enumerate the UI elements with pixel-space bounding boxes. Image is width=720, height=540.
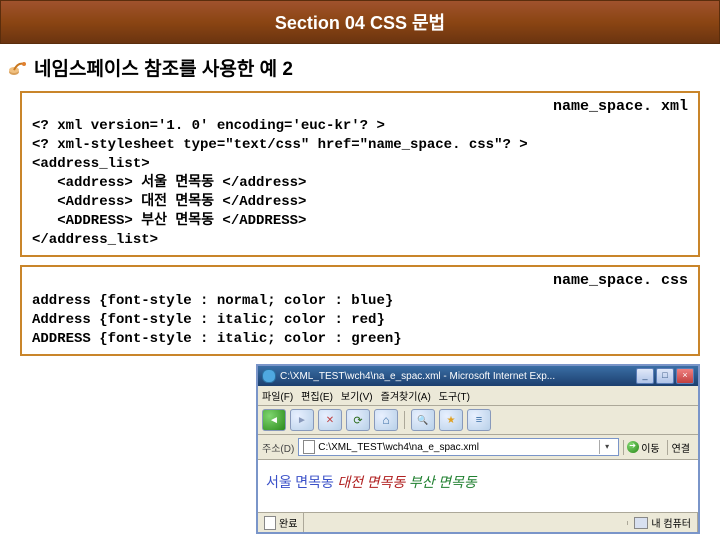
code-line: <address> 서울 면목동 </address>: [32, 174, 688, 193]
menu-view[interactable]: 보기(V): [341, 388, 373, 403]
status-zone: 내 컴퓨터: [628, 513, 698, 532]
forward-button[interactable]: [290, 409, 314, 431]
code-line: <? xml version='1. 0' encoding='euc-kr'?…: [32, 117, 688, 136]
code-line: ADDRESS {font-style : italic; color : gr…: [32, 330, 688, 349]
divider: [404, 411, 405, 429]
search-button[interactable]: [411, 409, 435, 431]
favorites-button[interactable]: [439, 409, 463, 431]
browser-statusbar: 완료 내 컴퓨터: [258, 512, 698, 532]
status-done: 완료: [258, 513, 304, 532]
bullet-icon: [8, 60, 28, 76]
menu-tools[interactable]: 도구(T): [439, 388, 470, 403]
code-line: </address_list>: [32, 231, 688, 250]
rendered-address-3: 부산 면목동: [409, 476, 477, 491]
banner-title: Section 04 CSS 문법: [275, 13, 445, 33]
go-button[interactable]: 이동: [623, 440, 662, 455]
browser-window: C:\XML_TEST\wch4\na_e_spac.xml - Microso…: [256, 364, 700, 534]
code-line: <? xml-stylesheet type="text/css" href="…: [32, 136, 688, 155]
rendered-address-1: 서울 면목동: [266, 476, 334, 491]
browser-toolbar: [258, 406, 698, 435]
code-box-xml: name_space. xml <? xml version='1. 0' en…: [20, 91, 700, 257]
code-line: Address {font-style : italic; color : re…: [32, 311, 688, 330]
refresh-button[interactable]: [346, 409, 370, 431]
code-line: address {font-style : normal; color : bl…: [32, 292, 688, 311]
filename-css: name_space. css: [32, 271, 688, 291]
menu-file[interactable]: 파일(F): [262, 388, 293, 403]
go-label: 이동: [641, 440, 659, 455]
code-line: <ADDRESS> 부산 면목동 </ADDRESS>: [32, 212, 688, 231]
browser-menubar: 파일(F) 편집(E) 보기(V) 즐겨찾기(A) 도구(T): [258, 386, 698, 406]
status-zone-label: 내 컴퓨터: [651, 515, 691, 530]
stop-button[interactable]: [318, 409, 342, 431]
filename-xml: name_space. xml: [32, 97, 688, 117]
browser-titlebar[interactable]: C:\XML_TEST\wch4\na_e_spac.xml - Microso…: [258, 366, 698, 386]
ie-icon: [262, 369, 276, 383]
computer-icon: [634, 517, 648, 529]
minimize-button[interactable]: _: [636, 368, 654, 384]
chevron-down-icon[interactable]: ▾: [599, 440, 614, 454]
home-button[interactable]: [374, 409, 398, 431]
links-button[interactable]: 연결: [667, 440, 694, 455]
menu-edit[interactable]: 편집(E): [301, 388, 333, 403]
close-button[interactable]: ×: [676, 368, 694, 384]
maximize-button[interactable]: □: [656, 368, 674, 384]
browser-viewport: 서울 면목동 대전 면목동 부산 면목동: [258, 460, 698, 512]
code-line: <address_list>: [32, 155, 688, 174]
address-input[interactable]: C:\XML_TEST\wch4\na_e_spac.xml ▾: [298, 438, 619, 456]
page-icon: [303, 440, 315, 454]
section-banner: Section 04 CSS 문법: [0, 0, 720, 44]
document-icon: [264, 516, 276, 530]
browser-title: C:\XML_TEST\wch4\na_e_spac.xml - Microso…: [280, 371, 555, 382]
links-label: 연결: [672, 444, 690, 455]
section-heading-row: 네임스페이스 참조를 사용한 예 2: [0, 44, 720, 87]
address-bar-row: 주소(D) C:\XML_TEST\wch4\na_e_spac.xml ▾ 이…: [258, 435, 698, 460]
address-label: 주소(D): [262, 440, 294, 455]
code-line: <Address> 대전 면목동 </Address>: [32, 193, 688, 212]
status-spacer: [304, 521, 628, 525]
address-value: C:\XML_TEST\wch4\na_e_spac.xml: [318, 442, 479, 453]
go-arrow-icon: [627, 441, 639, 453]
section-heading: 네임스페이스 참조를 사용한 예 2: [34, 54, 293, 81]
back-button[interactable]: [262, 409, 286, 431]
history-button[interactable]: [467, 409, 491, 431]
status-done-label: 완료: [279, 515, 297, 530]
menu-favorites[interactable]: 즐겨찾기(A): [381, 388, 431, 403]
code-box-css: name_space. css address {font-style : no…: [20, 265, 700, 356]
rendered-address-2: 대전 면목동: [337, 476, 405, 491]
